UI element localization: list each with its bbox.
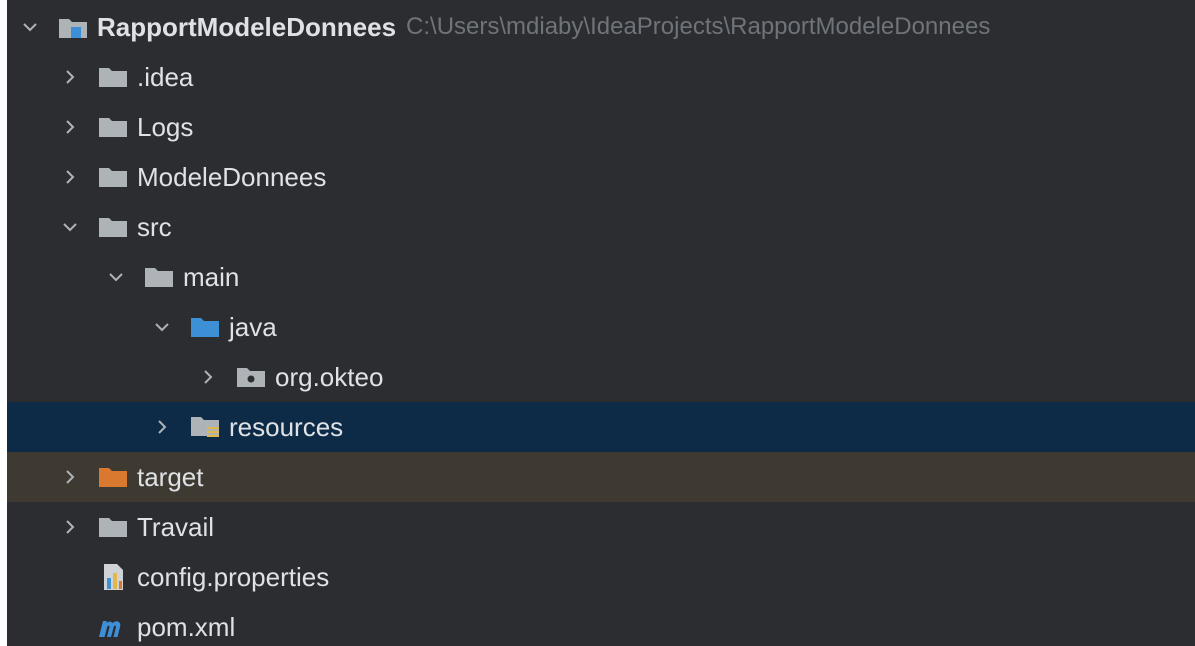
project-folder-icon bbox=[57, 14, 89, 40]
chevron-down-icon[interactable] bbox=[103, 264, 129, 290]
tree-node-label: java bbox=[229, 311, 277, 342]
tree-node-modeledonnees[interactable]: ModeleDonnees bbox=[7, 152, 1195, 202]
tree-node-label: org.okteo bbox=[275, 361, 384, 392]
chevron-right-icon[interactable] bbox=[57, 114, 83, 140]
tree-node-main[interactable]: main bbox=[7, 252, 1195, 302]
project-root-path: C:\Users\mdiaby\IdeaProjects\RapportMode… bbox=[406, 13, 991, 40]
tree-node-label: ModeleDonnees bbox=[137, 161, 327, 192]
folder-icon bbox=[97, 514, 129, 540]
folder-icon bbox=[97, 214, 129, 240]
package-icon bbox=[235, 364, 267, 390]
tree-node-org-okteo[interactable]: org.okteo bbox=[7, 352, 1195, 402]
tree-node-src[interactable]: src bbox=[7, 202, 1195, 252]
chevron-right-icon[interactable] bbox=[57, 464, 83, 490]
tree-node-logs[interactable]: Logs bbox=[7, 102, 1195, 152]
source-folder-icon bbox=[189, 314, 221, 340]
folder-icon bbox=[97, 114, 129, 140]
tree-node-root[interactable]: RapportModeleDonnees C:\Users\mdiaby\Ide… bbox=[7, 2, 1195, 52]
chevron-right-icon[interactable] bbox=[149, 414, 175, 440]
chevron-down-icon[interactable] bbox=[17, 14, 43, 40]
chevron-right-icon[interactable] bbox=[57, 64, 83, 90]
excluded-folder-icon bbox=[97, 464, 129, 490]
tree-node-label: src bbox=[137, 211, 172, 242]
chevron-down-icon[interactable] bbox=[57, 214, 83, 240]
chevron-right-icon[interactable] bbox=[195, 364, 221, 390]
chevron-down-icon[interactable] bbox=[149, 314, 175, 340]
folder-icon bbox=[97, 164, 129, 190]
folder-icon bbox=[143, 264, 175, 290]
tree-node-label: target bbox=[137, 461, 204, 492]
chevron-right-icon[interactable] bbox=[57, 164, 83, 190]
chevron-right-icon[interactable] bbox=[57, 514, 83, 540]
maven-file-icon bbox=[97, 614, 129, 640]
tree-node-label: pom.xml bbox=[137, 611, 236, 642]
tree-node-config-properties[interactable]: config.properties bbox=[7, 552, 1195, 602]
properties-file-icon bbox=[97, 564, 129, 590]
project-root-label: RapportModeleDonnees bbox=[97, 11, 397, 42]
tree-node-label: Logs bbox=[137, 111, 194, 142]
tree-node-label: resources bbox=[229, 411, 344, 442]
tree-node-label: Travail bbox=[137, 511, 215, 542]
tree-node-pom-xml[interactable]: pom.xml bbox=[7, 602, 1195, 646]
folder-icon bbox=[97, 64, 129, 90]
tree-node-idea[interactable]: .idea bbox=[7, 52, 1195, 102]
tree-node-label: .idea bbox=[137, 61, 194, 92]
tree-node-target[interactable]: target bbox=[7, 452, 1195, 502]
tree-node-java[interactable]: java bbox=[7, 302, 1195, 352]
resources-folder-icon bbox=[189, 414, 221, 440]
tree-node-label: config.properties bbox=[137, 561, 330, 592]
tree-node-label: main bbox=[183, 261, 240, 292]
tree-node-travail[interactable]: Travail bbox=[7, 502, 1195, 552]
project-tree-panel: RapportModeleDonnees C:\Users\mdiaby\Ide… bbox=[7, 0, 1195, 646]
tree-node-resources[interactable]: resources bbox=[7, 402, 1195, 452]
